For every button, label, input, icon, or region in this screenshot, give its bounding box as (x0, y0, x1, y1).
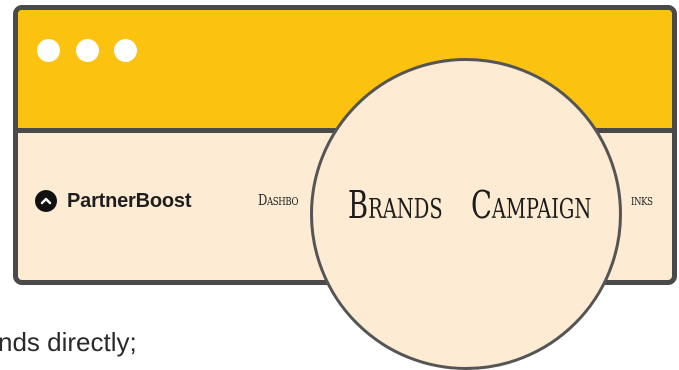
nav-link-campaign[interactable]: Campaign (471, 183, 591, 227)
window-control-dot-maximize[interactable] (114, 39, 137, 62)
window-control-dot-minimize[interactable] (76, 39, 99, 62)
brand-logo-text[interactable]: PartnerBoost (67, 190, 191, 212)
nav-link-links[interactable]: inks (631, 191, 653, 209)
window-control-dot-close[interactable] (37, 39, 60, 62)
magnifier-lens: Brands Campaign (310, 58, 622, 370)
caption-text: nds directly; (0, 327, 137, 357)
nav-link-brands[interactable]: Brands (348, 183, 443, 227)
chevron-up-icon[interactable] (35, 190, 57, 212)
nav-link-dashboard[interactable]: Dashbo (258, 191, 298, 209)
